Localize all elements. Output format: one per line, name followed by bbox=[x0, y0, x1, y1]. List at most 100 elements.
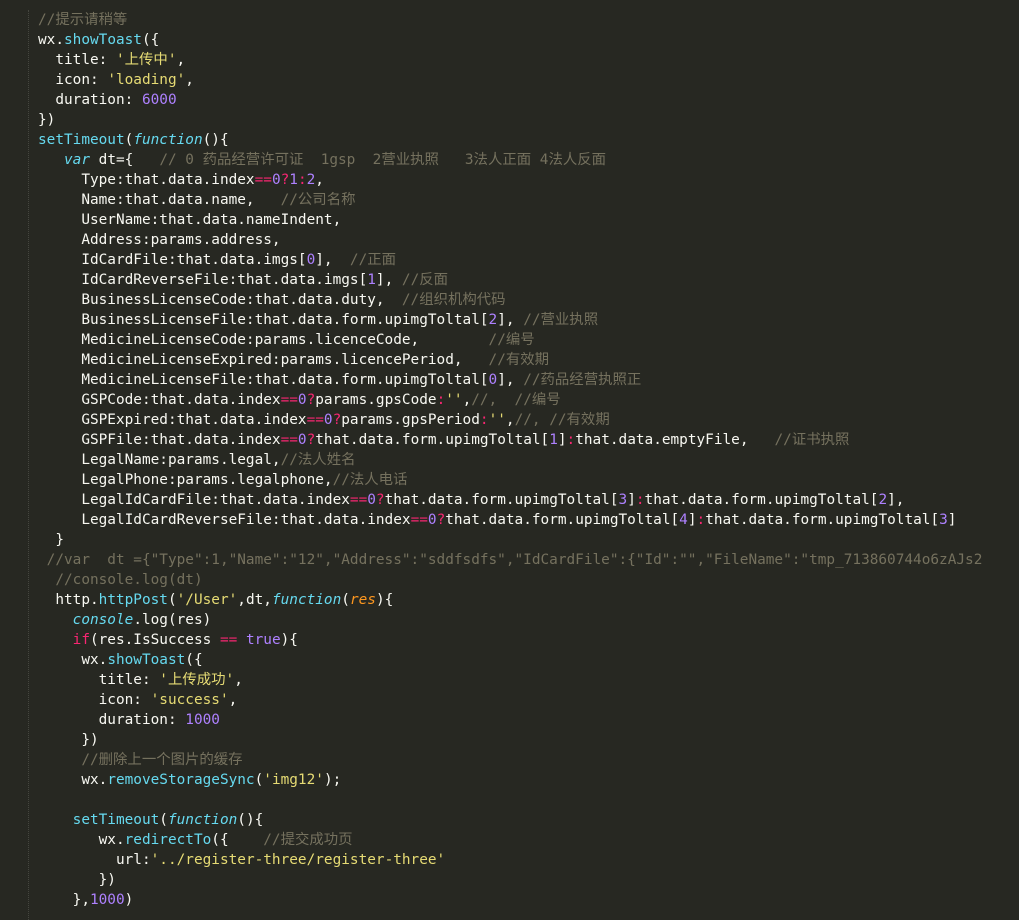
code-line[interactable]: MedicineLicenseFile:that.data.form.upimg… bbox=[38, 370, 1019, 390]
code-token: wx. bbox=[38, 652, 108, 668]
code-line[interactable]: Type:that.data.index==0?1:2, bbox=[38, 170, 1019, 190]
code-token: , bbox=[185, 72, 194, 88]
code-line[interactable]: var dt={ // 0 药品经营许可证 1gsp 2营业执照 3法人正面 4… bbox=[38, 150, 1019, 170]
code-token: GSPExpired:that.data.index bbox=[38, 412, 307, 428]
code-token: GSPCode:that.data.index bbox=[38, 392, 281, 408]
code-editor[interactable]: //提示请稍等 wx.showToast({ title: '上传中', icon… bbox=[0, 0, 1019, 920]
code-token: ({ bbox=[211, 832, 264, 848]
code-token: Type:that.data.index bbox=[38, 172, 255, 188]
code-area[interactable]: //提示请稍等 wx.showToast({ title: '上传中', icon… bbox=[38, 10, 1019, 910]
code-token: removeStorageSync bbox=[107, 772, 255, 788]
code-token: 0 bbox=[297, 392, 307, 408]
code-token: ( bbox=[124, 132, 134, 148]
code-token: ({ bbox=[141, 32, 160, 48]
code-token: //提示请稍等 bbox=[38, 12, 128, 28]
code-token: ], bbox=[887, 492, 905, 508]
code-line[interactable]: MedicineLicenseExpired:params.licencePer… bbox=[38, 350, 1019, 370]
code-token: ] bbox=[627, 492, 636, 508]
code-token: Name:that.data.name, bbox=[38, 192, 281, 208]
code-line[interactable]: LegalIdCardReverseFile:that.data.index==… bbox=[38, 510, 1019, 530]
code-token: '' bbox=[488, 412, 506, 428]
code-line[interactable]: LegalIdCardFile:that.data.index==0?that.… bbox=[38, 490, 1019, 510]
code-token: ], bbox=[497, 372, 524, 388]
code-line[interactable]: wx.showToast({ bbox=[38, 30, 1019, 50]
code-line[interactable]: wx.removeStorageSync('img12'); bbox=[38, 770, 1019, 790]
code-token: : bbox=[696, 512, 706, 528]
code-token: ] bbox=[947, 512, 957, 528]
code-line[interactable]: duration: 6000 bbox=[38, 90, 1019, 110]
code-token: 3 bbox=[939, 512, 948, 528]
code-line[interactable]: }) bbox=[38, 730, 1019, 750]
code-line[interactable]: //删除上一个图片的缓存 bbox=[38, 750, 1019, 770]
code-line[interactable]: GSPCode:that.data.index==0?params.gpsCod… bbox=[38, 390, 1019, 410]
code-line[interactable]: IdCardReverseFile:that.data.imgs[1], //反… bbox=[38, 270, 1019, 290]
code-line[interactable]: LegalPhone:params.legalphone,//法人电话 bbox=[38, 470, 1019, 490]
code-token: ){ bbox=[375, 592, 394, 608]
code-token: //药品经营执照正 bbox=[523, 372, 642, 388]
code-line[interactable]: if(res.IsSuccess == true){ bbox=[38, 630, 1019, 650]
code-token: 'img12' bbox=[263, 772, 324, 788]
code-token: 1 bbox=[367, 272, 376, 288]
code-line[interactable]: IdCardFile:that.data.imgs[0], //正面 bbox=[38, 250, 1019, 270]
code-line[interactable]: BusinessLicenseCode:that.data.duty, //组织… bbox=[38, 290, 1019, 310]
code-line[interactable]: }) bbox=[38, 110, 1019, 130]
code-line[interactable]: setTimeout(function(){ bbox=[38, 810, 1019, 830]
code-line[interactable]: duration: 1000 bbox=[38, 710, 1019, 730]
code-token: //反面 bbox=[401, 272, 449, 288]
code-line[interactable]: icon: 'loading', bbox=[38, 70, 1019, 90]
code-token: ? bbox=[436, 512, 446, 528]
code-line[interactable]: LegalName:params.legal,//法人姓名 bbox=[38, 450, 1019, 470]
code-token: ); bbox=[323, 772, 342, 788]
code-line[interactable]: MedicineLicenseCode:params.licenceCode, … bbox=[38, 330, 1019, 350]
code-token: Address:params.address, bbox=[38, 232, 281, 248]
code-line[interactable]: BusinessLicenseFile:that.data.form.upimg… bbox=[38, 310, 1019, 330]
code-line[interactable]: console.log(res) bbox=[38, 610, 1019, 630]
code-token: '' bbox=[445, 392, 463, 408]
code-line[interactable]: url:'../register-three/register-three' bbox=[38, 850, 1019, 870]
code-token: ( bbox=[341, 592, 350, 608]
code-token: }) bbox=[38, 112, 56, 128]
code-line[interactable]: //console.log(dt) bbox=[38, 570, 1019, 590]
code-line[interactable]: } bbox=[38, 530, 1019, 550]
code-token: UserName:that.data.nameIndent, bbox=[38, 212, 342, 228]
code-token: ? bbox=[306, 392, 316, 408]
code-line[interactable] bbox=[38, 790, 1019, 810]
code-line[interactable]: Address:params.address, bbox=[38, 230, 1019, 250]
code-line[interactable]: GSPFile:that.data.index==0?that.data.for… bbox=[38, 430, 1019, 450]
code-token: == bbox=[219, 632, 238, 648]
code-line[interactable]: setTimeout(function(){ bbox=[38, 130, 1019, 150]
code-token: //营业执照 bbox=[523, 312, 599, 328]
code-line[interactable]: //var dt ={"Type":1,"Name":"12","Address… bbox=[38, 550, 1019, 570]
code-token: //正面 bbox=[349, 252, 397, 268]
code-line[interactable]: //提示请稍等 bbox=[38, 10, 1019, 30]
code-line[interactable]: Name:that.data.name, //公司名称 bbox=[38, 190, 1019, 210]
code-token: IdCardReverseFile:that.data.imgs[ bbox=[38, 272, 368, 288]
code-token: 0 bbox=[427, 512, 437, 528]
code-token: 'success' bbox=[150, 692, 229, 708]
code-token: LegalName:params.legal, bbox=[38, 452, 281, 468]
code-token: (){ bbox=[202, 132, 229, 148]
code-line[interactable]: http.httpPost('/User',dt,function(res){ bbox=[38, 590, 1019, 610]
code-line[interactable]: }) bbox=[38, 870, 1019, 890]
code-token: //提交成功页 bbox=[263, 832, 353, 848]
code-token: BusinessLicenseCode:that.data.duty, bbox=[38, 292, 402, 308]
code-token: //公司名称 bbox=[280, 192, 356, 208]
code-token: 1000 bbox=[89, 892, 125, 908]
code-line[interactable]: icon: 'success', bbox=[38, 690, 1019, 710]
code-line[interactable]: GSPExpired:that.data.index==0?params.gps… bbox=[38, 410, 1019, 430]
code-token: GSPFile:that.data.index bbox=[38, 432, 281, 448]
code-line[interactable]: title: '上传中', bbox=[38, 50, 1019, 70]
code-line[interactable]: title: '上传成功', bbox=[38, 670, 1019, 690]
code-token: : bbox=[436, 392, 446, 408]
code-line[interactable]: UserName:that.data.nameIndent, bbox=[38, 210, 1019, 230]
code-token: == bbox=[410, 512, 428, 528]
code-line[interactable]: },1000) bbox=[38, 890, 1019, 910]
code-token: ){ bbox=[280, 632, 298, 648]
code-line[interactable]: wx.redirectTo({ //提交成功页 bbox=[38, 830, 1019, 850]
code-token: 4 bbox=[679, 512, 688, 528]
code-line[interactable]: wx.showToast({ bbox=[38, 650, 1019, 670]
code-token: }, bbox=[38, 892, 90, 908]
